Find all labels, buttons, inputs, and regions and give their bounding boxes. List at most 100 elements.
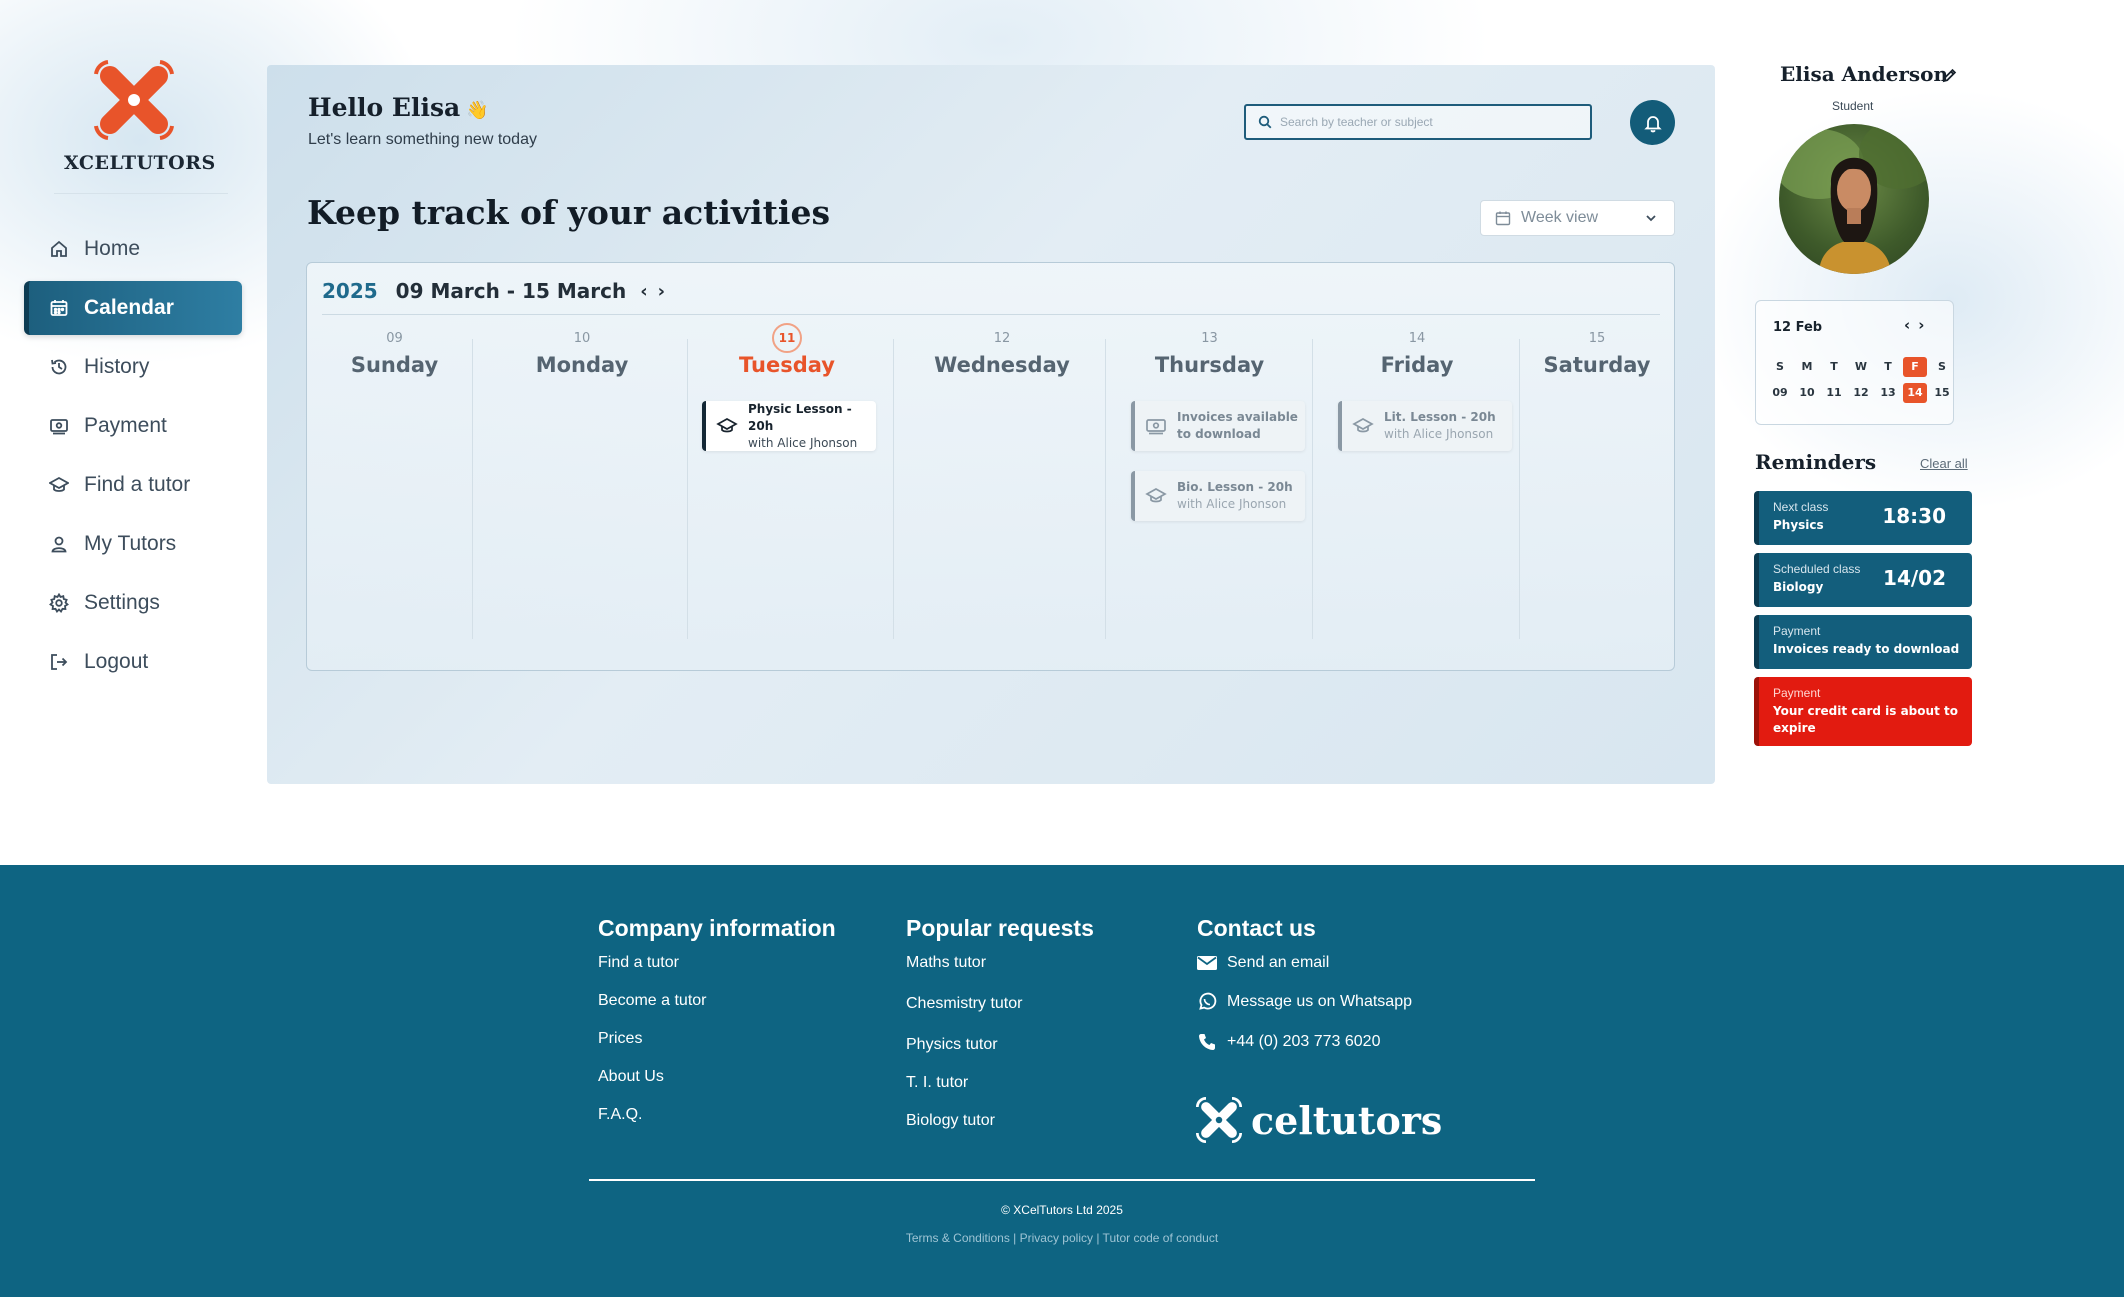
event-card[interactable]: Lit. Lesson - 20h with Alice Jhonson	[1338, 401, 1512, 451]
user-icon	[48, 533, 70, 555]
chevron-right-icon[interactable]: ›	[658, 281, 665, 302]
footer-logo[interactable]: celtutors	[1193, 1094, 1442, 1146]
weekday-label: S	[1776, 360, 1784, 373]
mini-calendar: 12 Feb ‹› S M T W T F S 09 10 11 12 13 1…	[1755, 300, 1954, 425]
date-cell[interactable]: 15	[1930, 383, 1954, 403]
event-subtitle: with Alice Jhonson	[748, 435, 858, 450]
footer-link[interactable]: T. I. tutor	[906, 1074, 1094, 1092]
sidebar-item-home[interactable]: Home	[24, 222, 242, 276]
sidebar-item-calendar[interactable]: Calendar	[24, 281, 242, 335]
reminder-card[interactable]: Payment Invoices ready to download	[1754, 615, 1972, 669]
reminder-card[interactable]: Next class Physics 18:30	[1754, 491, 1972, 545]
weekday-label: S	[1938, 360, 1946, 373]
pencil-icon[interactable]	[1941, 67, 1958, 84]
footer-link[interactable]: Chesmistry tutor	[906, 995, 1094, 1013]
day-column-wednesday[interactable]: 12 Wednesday	[907, 327, 1097, 627]
clear-all-link[interactable]: Clear all	[1920, 456, 1968, 471]
footer-link[interactable]: Physics tutor	[906, 1036, 1094, 1054]
event-title: Physic Lesson - 20h	[748, 401, 852, 433]
contact-phone-link[interactable]: +44 (0) 203 773 6020	[1197, 1032, 1412, 1052]
footer-link[interactable]: About Us	[598, 1068, 836, 1086]
day-name: Friday	[1380, 353, 1454, 377]
today-marker: 11	[707, 323, 867, 353]
footer-link[interactable]: Find a tutor	[598, 954, 836, 972]
phone-icon	[1199, 1034, 1215, 1050]
event-card[interactable]: Physic Lesson - 20h with Alice Jhonson	[702, 401, 876, 451]
footer-company: Company information Find a tutor Become …	[598, 915, 836, 1124]
weekday-label: M	[1801, 360, 1813, 373]
column-divider	[1519, 339, 1520, 639]
mini-calendar-grid: S M T W T F S 09 10 11 12 13 14 15	[1768, 357, 1954, 403]
reminder-card[interactable]: Scheduled class Biology 14/02	[1754, 553, 1972, 607]
event-subtitle: to download	[1177, 427, 1261, 441]
logo[interactable]: XCELTUTORS	[64, 52, 215, 174]
event-title: Invoices available	[1177, 410, 1298, 424]
avatar[interactable]	[1779, 124, 1929, 274]
chevron-down-icon	[1646, 215, 1656, 222]
gear-icon	[48, 592, 70, 614]
xceltutors-logo-icon	[1195, 1096, 1243, 1144]
logout-icon	[48, 651, 70, 673]
footer-link[interactable]: F.A.Q.	[598, 1106, 836, 1124]
reminder-card-alert[interactable]: Payment Your credit card is about to exp…	[1754, 677, 1972, 746]
mini-calendar-title: 12 Feb	[1773, 320, 1823, 335]
avatar-photo	[1779, 124, 1929, 274]
contact-whatsapp-link[interactable]: Message us on Whatsapp	[1197, 992, 1412, 1012]
day-column-saturday[interactable]: 15 Saturday	[1527, 327, 1667, 627]
date-cell-selected[interactable]: 14	[1903, 383, 1927, 403]
search-box[interactable]	[1244, 104, 1592, 140]
view-select[interactable]: Week view	[1480, 200, 1675, 236]
day-column-monday[interactable]: 10 Monday	[507, 327, 657, 627]
weekday-label: T	[1830, 360, 1838, 373]
notifications-button[interactable]	[1630, 100, 1675, 145]
search-input[interactable]	[1280, 115, 1570, 129]
footer-popular: Popular requests Maths tutor Chesmistry …	[906, 915, 1094, 1130]
sidebar-item-payment[interactable]: Payment	[24, 399, 242, 453]
event-title: Bio. Lesson - 20h	[1177, 480, 1293, 494]
home-icon	[48, 238, 70, 260]
date-cell[interactable]: 09	[1768, 383, 1792, 403]
wave-emoji: 👋	[466, 100, 489, 121]
mini-calendar-nav: ‹›	[1904, 316, 1932, 334]
sidebar-nav: Home Calendar History Payment Find a tut…	[24, 222, 242, 694]
date-cell[interactable]: 11	[1822, 383, 1846, 403]
chevron-left-icon[interactable]: ‹	[640, 281, 647, 302]
contact-email-link[interactable]: Send an email	[1197, 954, 1412, 972]
footer: Company information Find a tutor Become …	[0, 865, 2124, 1297]
sidebar-item-settings[interactable]: Settings	[24, 576, 242, 630]
sidebar-item-find-a-tutor[interactable]: Find a tutor	[24, 458, 242, 512]
chevron-left-icon[interactable]: ‹	[1904, 316, 1918, 334]
date-cell[interactable]: 13	[1876, 383, 1900, 403]
event-card[interactable]: Invoices available to download	[1131, 401, 1305, 451]
weekday-label: T	[1884, 360, 1892, 373]
event-title: Lit. Lesson - 20h	[1384, 410, 1496, 424]
weekday-label: F	[1903, 357, 1927, 377]
sidebar-item-history[interactable]: History	[24, 340, 242, 394]
footer-divider	[589, 1179, 1535, 1181]
date-cell[interactable]: 10	[1795, 383, 1819, 403]
column-divider	[687, 339, 688, 639]
event-subtitle: with Alice Jhonson	[1177, 497, 1287, 511]
calendar-range: 09 March - 15 March	[395, 279, 627, 303]
xceltutors-logo-icon	[94, 60, 174, 140]
payment-icon	[48, 415, 70, 437]
sidebar-item-logout[interactable]: Logout	[24, 635, 242, 689]
day-column-friday[interactable]: 14 Friday	[1337, 327, 1497, 627]
chevron-right-icon[interactable]: ›	[1918, 316, 1932, 334]
calendar-icon	[1495, 211, 1511, 226]
event-card[interactable]: Bio. Lesson - 20h with Alice Jhonson	[1131, 471, 1305, 521]
footer-link[interactable]: Prices	[598, 1030, 836, 1048]
legal-links[interactable]: Terms & Conditions | Privacy policy | Tu…	[0, 1231, 2124, 1245]
day-column-sunday[interactable]: 09 Sunday	[327, 327, 462, 627]
column-divider	[1105, 339, 1106, 639]
footer-link[interactable]: Biology tutor	[906, 1112, 1094, 1130]
footer-link[interactable]: Maths tutor	[906, 954, 1094, 972]
day-name: Thursday	[1154, 353, 1265, 377]
footer-link[interactable]: Become a tutor	[598, 992, 836, 1010]
footer-heading: Contact us	[1197, 915, 1316, 941]
date-cell[interactable]: 12	[1849, 383, 1873, 403]
search-icon	[1258, 115, 1272, 129]
day-column-tuesday[interactable]: 11 Tuesday	[707, 323, 867, 627]
sidebar-item-my-tutors[interactable]: My Tutors	[24, 517, 242, 571]
page-title: Keep track of your activities	[307, 193, 831, 232]
